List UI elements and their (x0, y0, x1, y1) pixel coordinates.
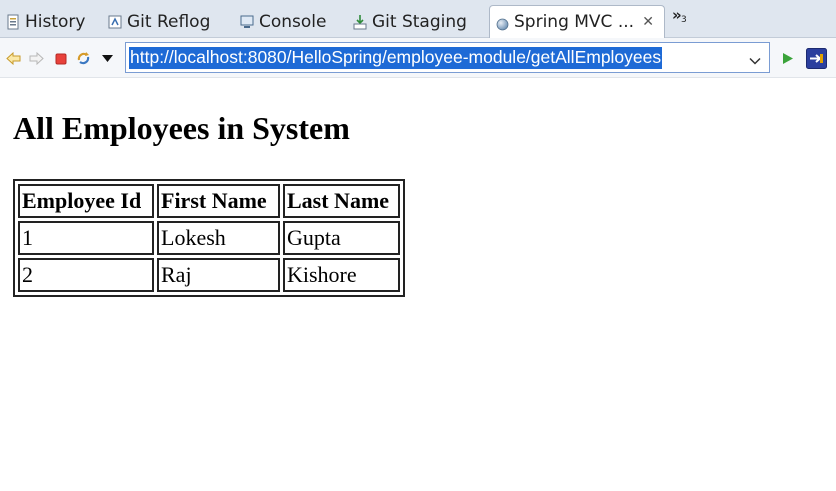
tab-label: History (25, 11, 86, 32)
refresh-icon[interactable] (76, 51, 91, 66)
table-row: 2 Raj Kishore (18, 258, 400, 292)
tab-label: Git Reflog (127, 11, 211, 32)
url-history-chevron-down-icon[interactable] (749, 52, 761, 65)
cell-last-name: Kishore (283, 258, 400, 292)
back-arrow-icon[interactable] (6, 51, 21, 66)
tab-label: Spring MVC ... (514, 12, 635, 32)
browser-content: All Employees in System Employee Id Firs… (0, 78, 836, 491)
table-row: 1 Lokesh Gupta (18, 221, 400, 255)
close-tab-icon[interactable]: ✕ (642, 14, 654, 30)
employees-table: Employee Id First Name Last Name 1 Lokes… (13, 179, 405, 297)
tab-history[interactable]: History (6, 6, 85, 37)
cell-employee-id: 2 (18, 258, 154, 292)
tab-git-reflog[interactable]: Git Reflog (108, 6, 210, 37)
url-field[interactable]: http://localhost:8080/HelloSpring/employ… (125, 42, 770, 73)
console-icon (240, 14, 254, 30)
tab-label: Git Staging (372, 11, 467, 32)
history-icon (6, 14, 20, 30)
stop-icon[interactable] (53, 51, 68, 66)
tab-label: Console (259, 11, 327, 32)
forward-arrow-icon[interactable] (29, 51, 44, 66)
open-in-external-browser-icon[interactable] (806, 48, 827, 69)
browser-toolbar: http://localhost:8080/HelloSpring/employ… (0, 38, 836, 78)
tab-console[interactable]: Console (240, 6, 327, 37)
column-header-last-name: Last Name (283, 184, 400, 218)
git-reflog-icon (108, 14, 122, 30)
tab-overflow-count: 3 (681, 15, 687, 25)
go-play-icon[interactable] (780, 51, 795, 66)
column-header-employee-id: Employee Id (18, 184, 154, 218)
cell-first-name: Lokesh (157, 221, 280, 255)
tab-git-staging[interactable]: Git Staging (353, 6, 467, 37)
page-title: All Employees in System (13, 110, 350, 146)
git-staging-icon (353, 14, 367, 30)
column-header-first-name: First Name (157, 184, 280, 218)
view-tab-bar: History Git Reflog Console Git Staging S… (0, 0, 836, 38)
tab-spring-mvc[interactable]: Spring MVC ... ✕ (489, 5, 665, 38)
globe-icon (496, 16, 509, 30)
cell-last-name: Gupta (283, 221, 400, 255)
url-text[interactable]: http://localhost:8080/HelloSpring/employ… (129, 47, 663, 69)
table-header-row: Employee Id First Name Last Name (18, 184, 400, 218)
cell-employee-id: 1 (18, 221, 154, 255)
dropdown-triangle-icon[interactable] (100, 51, 115, 66)
cell-first-name: Raj (157, 258, 280, 292)
